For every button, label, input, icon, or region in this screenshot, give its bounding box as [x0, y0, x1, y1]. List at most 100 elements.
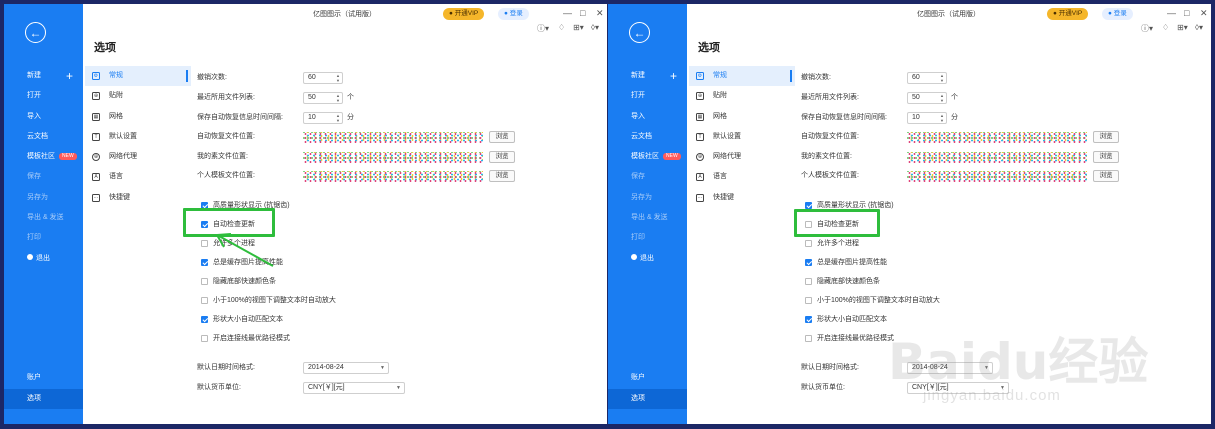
undo-stepper[interactable]: 60 ▲ ▼	[303, 72, 343, 84]
autosave-stepper[interactable]: 10 ▲ ▼	[303, 112, 343, 124]
sidebar-item-export[interactable]: 导出 & 发送	[4, 208, 83, 228]
close-icon[interactable]: ✕	[596, 7, 604, 19]
sidebar-item-account[interactable]: 账户	[608, 368, 687, 388]
tab-proxy[interactable]: ⊕ 网络代理	[85, 147, 191, 167]
checkbox[interactable]	[805, 316, 812, 323]
checkbox[interactable]	[201, 316, 208, 323]
stepper-arrows-icon[interactable]: ▲ ▼	[336, 113, 340, 123]
sidebar-item-print[interactable]: 打印	[608, 228, 687, 248]
checkbox[interactable]	[201, 240, 208, 247]
sidebar-item-options[interactable]: 选项	[608, 388, 687, 409]
sidebar-item-save[interactable]: 保存	[4, 167, 83, 187]
sidebar-item-account[interactable]: 账户	[4, 368, 83, 388]
autorecover-path-field[interactable]	[907, 132, 1087, 143]
stepper-arrows-icon[interactable]: ▲ ▼	[336, 73, 340, 83]
tab-language[interactable]: A 语言	[689, 167, 795, 187]
tab-shortcuts[interactable]: ⋯ 快捷键	[85, 188, 191, 208]
help-icon[interactable]: ⓘ▾	[1141, 23, 1153, 34]
tab-proxy[interactable]: ⊕ 网络代理	[689, 147, 795, 167]
undo-stepper[interactable]: 60 ▲ ▼	[907, 72, 947, 84]
bell-icon[interactable]: ♢	[1162, 23, 1169, 32]
date-format-select[interactable]: 2014-08-24 ▼	[303, 362, 389, 374]
stepper-arrows-icon[interactable]: ▲ ▼	[940, 113, 944, 123]
myfiles-path-field[interactable]	[907, 152, 1087, 163]
checkbox[interactable]	[805, 259, 812, 266]
sidebar-item-open[interactable]: 打开	[4, 86, 83, 106]
sidebar-item-save[interactable]: 保存	[608, 167, 687, 187]
tab-grid[interactable]: ▦ 网格	[85, 107, 191, 127]
stepper-arrows-icon[interactable]: ▲ ▼	[940, 93, 944, 103]
sidebar-item-save-as[interactable]: 另存为	[608, 188, 687, 208]
browse-button[interactable]: 浏览	[489, 131, 515, 143]
close-icon[interactable]: ✕	[1200, 7, 1208, 19]
minimize-icon[interactable]: —	[1167, 7, 1176, 19]
tab-general[interactable]: ⚙ 常规	[689, 66, 795, 87]
sidebar-item-import[interactable]: 导入	[608, 107, 687, 127]
myfiles-path-field[interactable]	[303, 152, 483, 163]
sidebar-item-new[interactable]: 新建 +	[608, 66, 687, 86]
stepper-arrows-icon[interactable]: ▲ ▼	[940, 73, 944, 83]
sidebar-item-exit[interactable]: 退出	[608, 249, 687, 269]
checkbox[interactable]	[805, 240, 812, 247]
maximize-icon[interactable]: □	[1184, 7, 1189, 19]
browse-button[interactable]: 浏览	[489, 170, 515, 182]
help-icon[interactable]: ⓘ▾	[537, 23, 549, 34]
login-button[interactable]: ● 登录	[498, 8, 529, 20]
shirt-icon[interactable]: ◊▾	[1195, 23, 1203, 32]
currency-select[interactable]: CNY[￥][元] ▼	[303, 382, 405, 394]
sidebar-item-exit[interactable]: 退出	[4, 249, 83, 269]
tab-snap[interactable]: ⊕ 贴附	[85, 86, 191, 106]
minimize-icon[interactable]: —	[563, 7, 572, 19]
back-arrow-icon[interactable]: ←	[629, 22, 650, 43]
sidebar-item-import[interactable]: 导入	[4, 107, 83, 127]
tab-defaults[interactable]: T 默认设置	[85, 127, 191, 147]
back-arrow-icon[interactable]: ←	[25, 22, 46, 43]
checkbox[interactable]	[201, 259, 208, 266]
recent-files-stepper[interactable]: 50 ▲ ▼	[303, 92, 343, 104]
checkbox[interactable]	[805, 335, 812, 342]
tab-general[interactable]: ⚙ 常规	[85, 66, 191, 87]
stepper-arrows-icon[interactable]: ▲ ▼	[336, 93, 340, 103]
vip-button[interactable]: ● 开通VIP	[443, 8, 485, 20]
checkbox[interactable]	[805, 278, 812, 285]
sidebar-item-templates[interactable]: 模板社区 NEW	[4, 147, 83, 167]
tab-snap[interactable]: ⊕ 贴附	[689, 86, 795, 106]
tab-defaults[interactable]: T 默认设置	[689, 127, 795, 147]
sidebar-item-cloud[interactable]: 云文档	[608, 127, 687, 147]
sidebar-item-cloud[interactable]: 云文档	[4, 127, 83, 147]
login-button[interactable]: ● 登录	[1102, 8, 1133, 20]
checkbox[interactable]	[201, 278, 208, 285]
maximize-icon[interactable]: □	[580, 7, 585, 19]
tab-shortcuts[interactable]: ⋯ 快捷键	[689, 188, 795, 208]
page-title: 选项	[698, 42, 720, 54]
sidebar-item-new[interactable]: 新建 +	[4, 66, 83, 86]
tab-language[interactable]: A 语言	[85, 167, 191, 187]
recent-files-stepper[interactable]: 50 ▲ ▼	[907, 92, 947, 104]
checkbox[interactable]	[805, 297, 812, 304]
apps-icon[interactable]: ⊞▾	[573, 23, 584, 32]
plus-icon[interactable]: +	[670, 66, 677, 86]
sidebar-item-save-as[interactable]: 另存为	[4, 188, 83, 208]
checkbox[interactable]	[201, 297, 208, 304]
sidebar-item-export[interactable]: 导出 & 发送	[608, 208, 687, 228]
browse-button[interactable]: 浏览	[489, 151, 515, 163]
mytemplates-path-field[interactable]	[303, 171, 483, 182]
sidebar-item-print[interactable]: 打印	[4, 228, 83, 248]
sidebar-item-open[interactable]: 打开	[608, 86, 687, 106]
mytemplates-path-field[interactable]	[907, 171, 1087, 182]
autosave-stepper[interactable]: 10 ▲ ▼	[907, 112, 947, 124]
browse-button[interactable]: 浏览	[1093, 151, 1119, 163]
sidebar-item-templates[interactable]: 模板社区 NEW	[608, 147, 687, 167]
browse-button[interactable]: 浏览	[1093, 170, 1119, 182]
checkbox[interactable]	[201, 335, 208, 342]
shirt-icon[interactable]: ◊▾	[591, 23, 599, 32]
autorecover-path-field[interactable]	[303, 132, 483, 143]
vip-button[interactable]: ● 开通VIP	[1047, 8, 1089, 20]
checkbox[interactable]	[805, 202, 812, 209]
sidebar-item-options[interactable]: 选项	[4, 388, 83, 409]
tab-grid[interactable]: ▦ 网格	[689, 107, 795, 127]
plus-icon[interactable]: +	[66, 66, 73, 86]
apps-icon[interactable]: ⊞▾	[1177, 23, 1188, 32]
bell-icon[interactable]: ♢	[558, 23, 565, 32]
browse-button[interactable]: 浏览	[1093, 131, 1119, 143]
